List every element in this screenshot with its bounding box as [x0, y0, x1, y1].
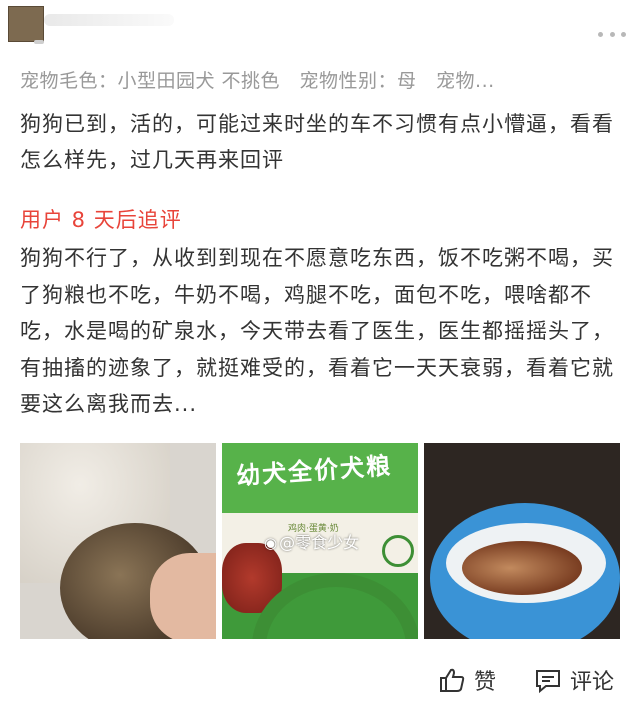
like-label: 赞: [474, 670, 497, 695]
review-text: 狗狗已到，活的，可能过来时坐的车不习惯有点小懵逼，看看怎么样先，过几天再来回评: [20, 112, 614, 172]
watermark: ◉ @零食少女: [264, 529, 359, 553]
pet-attributes: 宠物毛色：小型田园犬 不挑色 宠物性别：母 宠物...: [20, 70, 495, 92]
followup-text: 狗狗不行了，从收到到现在不愿意吃东西，饭不吃粥不喝，买了狗粮也不吃，牛奶不喝，鸡…: [20, 246, 614, 416]
puppy-in-bowl-image: [462, 541, 582, 595]
review-photo-3[interactable]: [424, 443, 620, 639]
comment-icon: [534, 666, 562, 694]
comment-label: 评论: [570, 670, 615, 695]
bag-logo-dot: [382, 535, 414, 567]
thumbs-up-icon: [438, 666, 466, 694]
followup-title: 用户 8 天后追评: [20, 208, 182, 232]
watermark-text: @零食少女: [279, 533, 360, 552]
review-header: [0, 0, 640, 60]
more-dots-icon[interactable]: [598, 28, 626, 40]
weibo-icon: ◉: [264, 534, 278, 552]
action-bar: 赞 评论: [0, 660, 640, 700]
username-placeholder: [44, 14, 174, 26]
review-photo-1[interactable]: [20, 443, 216, 639]
comment-button[interactable]: 评论: [534, 660, 614, 700]
avatar[interactable]: [8, 6, 44, 42]
like-button[interactable]: 赞: [438, 660, 496, 700]
avatar-badge: [34, 40, 44, 44]
hand-image: [150, 553, 216, 639]
